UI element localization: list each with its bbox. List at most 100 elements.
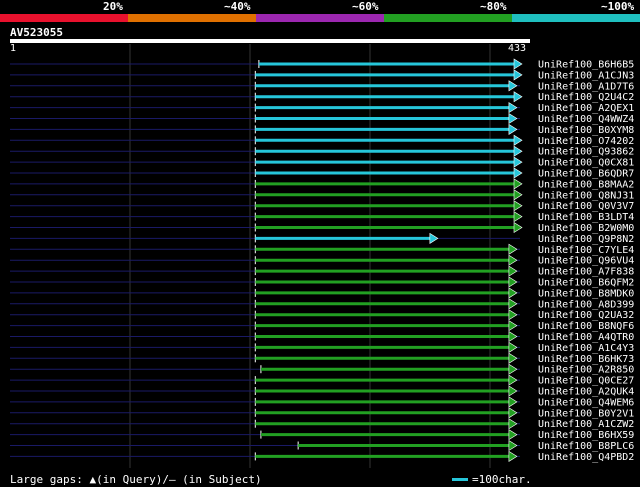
hit-row[interactable]: UniRef100_A1D7T6 [10, 80, 634, 93]
hit-arrow [508, 254, 518, 266]
hit-label[interactable]: UniRef100_Q9P8N2 [538, 234, 634, 245]
hit-arrow [508, 374, 518, 386]
hit-arrow [508, 450, 518, 462]
hit-label[interactable]: UniRef100_O74202 [538, 136, 634, 147]
hit-label[interactable]: UniRef100_Q0V3V7 [538, 201, 634, 212]
hit-label[interactable]: UniRef100_B8PLC6 [538, 441, 634, 452]
hit-arrow [429, 232, 439, 244]
hit-row[interactable]: UniRef100_A1C4Y3 [10, 341, 634, 354]
hit-label[interactable]: UniRef100_B8NQF6 [538, 321, 634, 332]
hit-row[interactable]: UniRef100_B6HX59 [10, 429, 634, 442]
hit-label[interactable]: UniRef100_Q0CE27 [538, 376, 634, 387]
hit-label[interactable]: UniRef100_A1D7T6 [538, 81, 634, 92]
hit-row[interactable]: UniRef100_A8D399 [10, 298, 634, 311]
hit-label[interactable]: UniRef100_B6HX59 [538, 430, 634, 441]
hit-label[interactable]: UniRef100_B6HK73 [538, 354, 634, 365]
hit-row[interactable]: UniRef100_B6HK73 [10, 352, 634, 365]
hit-row[interactable]: UniRef100_Q8NJ31 [10, 189, 634, 202]
hit-label[interactable]: UniRef100_Q4WWZ4 [538, 114, 634, 125]
hit-arrow [513, 69, 523, 81]
hit-label[interactable]: UniRef100_Q4WEM6 [538, 397, 634, 408]
hit-arrow [513, 134, 523, 146]
legend-scale: =100char. [472, 473, 532, 486]
hit-row[interactable]: UniRef100_Q2U4C2 [10, 91, 634, 104]
hit-arrow [508, 407, 518, 419]
hit-label[interactable]: UniRef100_B0XYM8 [538, 125, 634, 136]
hit-row[interactable]: UniRef100_B8MAA2 [10, 178, 634, 191]
hit-arrow [508, 287, 518, 299]
hit-label[interactable]: UniRef100_A2R850 [538, 365, 634, 376]
hit-row[interactable]: UniRef100_A1CZW2 [10, 418, 634, 431]
hit-row[interactable]: UniRef100_Q4WEM6 [10, 396, 634, 409]
hit-row[interactable]: UniRef100_B0Y2V1 [10, 407, 634, 420]
hit-row[interactable]: UniRef100_A2R850 [10, 363, 634, 376]
hit-row[interactable]: UniRef100_A2QUK4 [10, 385, 634, 398]
hit-label[interactable]: UniRef100_A1CZW2 [538, 419, 634, 430]
hit-label[interactable]: UniRef100_B6H6B5 [538, 60, 634, 71]
hit-arrow [508, 330, 518, 343]
hit-arrow [513, 221, 523, 234]
hit-arrow [508, 298, 518, 310]
hit-row[interactable]: UniRef100_A2QEX1 [10, 102, 634, 115]
hit-row[interactable]: UniRef100_Q0CX81 [10, 156, 634, 169]
hit-row[interactable]: UniRef100_Q4PBD2 [10, 450, 634, 463]
hit-label[interactable]: UniRef100_A7F838 [538, 267, 634, 278]
hit-label[interactable]: UniRef100_B3LDT4 [538, 212, 634, 223]
hit-label[interactable]: UniRef100_A2QUK4 [538, 387, 634, 398]
hit-row[interactable]: UniRef100_Q0V3V7 [10, 200, 634, 213]
hit-label[interactable]: UniRef100_A8D399 [538, 299, 634, 310]
hit-label[interactable]: UniRef100_A2QEX1 [538, 103, 634, 114]
hit-label[interactable]: UniRef100_A1CJN3 [538, 70, 634, 81]
hit-label[interactable]: UniRef100_Q2U4C2 [538, 92, 634, 103]
hit-label[interactable]: UniRef100_Q0CX81 [538, 158, 634, 169]
hit-arrow [513, 156, 523, 168]
hit-row[interactable]: UniRef100_C7YLE4 [10, 243, 634, 256]
hit-row[interactable]: UniRef100_B0XYM8 [10, 123, 634, 136]
hit-arrow [508, 418, 518, 430]
hit-row[interactable]: UniRef100_A4QTR0 [10, 330, 634, 344]
hit-label[interactable]: UniRef100_B8MDK0 [538, 288, 634, 299]
hit-label[interactable]: UniRef100_Q8NJ31 [538, 190, 634, 201]
legend-scale-swatch [452, 478, 468, 481]
hit-arrow [508, 363, 518, 375]
hit-label[interactable]: UniRef100_Q2UA32 [538, 310, 634, 321]
hit-label[interactable]: UniRef100_A4QTR0 [538, 332, 634, 343]
hit-row[interactable]: UniRef100_B8PLC6 [10, 439, 634, 453]
hit-label[interactable]: UniRef100_Q4PBD2 [538, 452, 634, 463]
hit-label[interactable]: UniRef100_Q96VU4 [538, 256, 634, 267]
hit-arrow [508, 352, 518, 364]
hit-row[interactable]: UniRef100_B2W0M0 [10, 221, 634, 235]
hit-arrow [508, 276, 518, 288]
hit-row[interactable]: UniRef100_Q2UA32 [10, 309, 634, 322]
hit-arrow [508, 265, 518, 277]
hit-row[interactable]: UniRef100_O74202 [10, 134, 634, 147]
hit-arrow [513, 178, 523, 190]
hit-row[interactable]: UniRef100_B6QDR7 [10, 167, 634, 180]
hit-label[interactable]: UniRef100_A1C4Y3 [538, 343, 634, 354]
hit-row[interactable]: UniRef100_Q4WWZ4 [10, 112, 634, 126]
hit-row[interactable]: UniRef100_B8MDK0 [10, 287, 634, 300]
hit-label[interactable]: UniRef100_B6QDR7 [538, 169, 634, 180]
hit-label[interactable]: UniRef100_C7YLE4 [538, 245, 634, 256]
hit-arrow [513, 58, 523, 70]
hit-arrow [508, 341, 518, 353]
hit-row[interactable]: UniRef100_Q9P8N2 [10, 232, 634, 245]
hit-arrow [513, 211, 523, 223]
hit-row[interactable]: UniRef100_A7F838 [10, 265, 634, 278]
hit-label[interactable]: UniRef100_B0Y2V1 [538, 408, 634, 419]
hit-row[interactable]: UniRef100_B8NQF6 [10, 320, 634, 333]
hit-row[interactable]: UniRef100_Q96VU4 [10, 254, 634, 267]
hit-arrow [508, 102, 518, 114]
hit-row[interactable]: UniRef100_A1CJN3 [10, 69, 634, 82]
hit-label[interactable]: UniRef100_B6QFM2 [538, 278, 634, 289]
hit-label[interactable]: UniRef100_Q93862 [538, 147, 634, 158]
hit-row[interactable]: UniRef100_Q0CE27 [10, 374, 634, 387]
hit-row[interactable]: UniRef100_B6H6B5 [10, 58, 634, 71]
hit-arrow [508, 112, 518, 125]
hit-row[interactable]: UniRef100_B3LDT4 [10, 211, 634, 224]
hit-arrow [508, 243, 518, 255]
hit-row[interactable]: UniRef100_Q93862 [10, 145, 634, 158]
hit-label[interactable]: UniRef100_B8MAA2 [538, 179, 634, 190]
hit-row[interactable]: UniRef100_B6QFM2 [10, 276, 634, 289]
hit-label[interactable]: UniRef100_B2W0M0 [538, 223, 634, 234]
